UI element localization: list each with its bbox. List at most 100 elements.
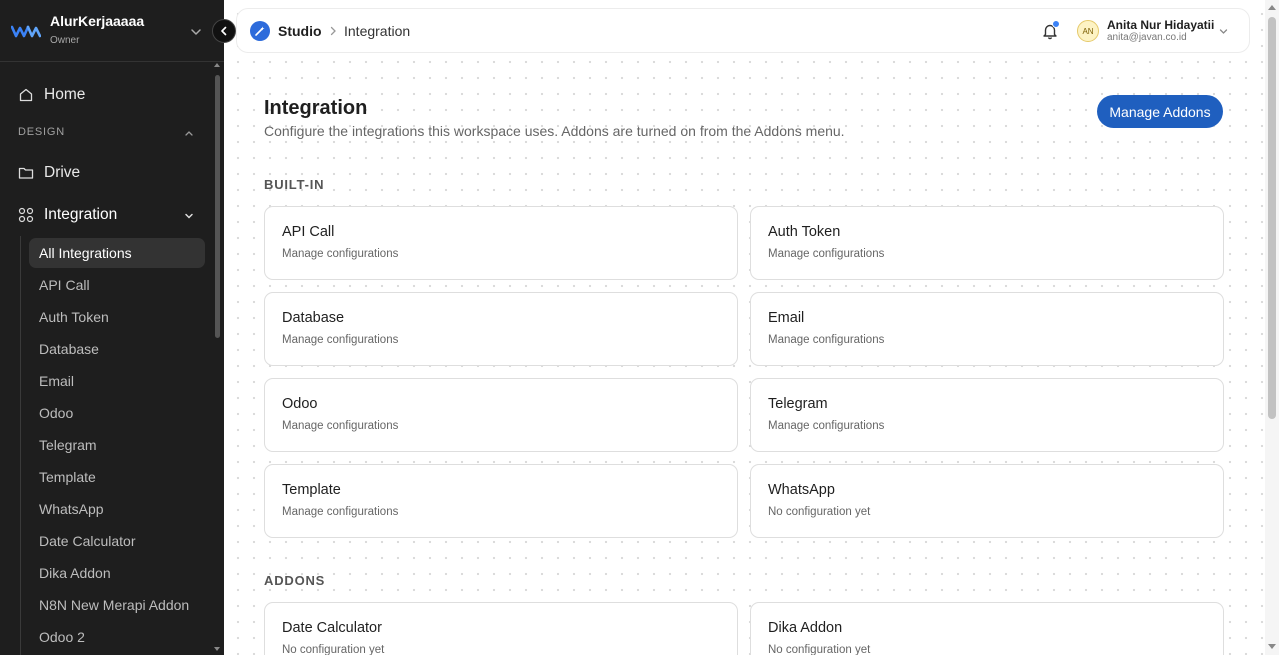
collapse-sidebar-button[interactable] (212, 19, 236, 43)
page-subtitle: Configure the integrations this workspac… (264, 123, 845, 139)
section-label-built-in: BUILT-IN (264, 177, 325, 192)
sidebar-subitem-label: Auth Token (39, 309, 109, 325)
integration-card-telegram[interactable]: Telegram Manage configurations (750, 378, 1224, 452)
breadcrumb-current: Integration (344, 23, 411, 39)
sidebar-subitem-label: API Call (39, 277, 90, 293)
chevron-down-icon (185, 213, 193, 219)
sidebar-subitem-label: Template (39, 469, 96, 485)
sidebar-item-integration[interactable]: Integration (0, 202, 210, 228)
top-bar: Studio Integration AN Anita Nur Hidayati… (236, 8, 1250, 53)
sidebar-subitem-label: Telegram (39, 437, 97, 453)
integration-card-auth-token[interactable]: Auth Token Manage configurations (750, 206, 1224, 280)
card-title: Email (768, 310, 805, 326)
folder-icon (18, 167, 34, 179)
sidebar-subitem-odoo-2[interactable]: Odoo 2 (29, 622, 205, 652)
sidebar-subitem-label: Date Calculator (39, 533, 136, 549)
scroll-down-arrow[interactable] (1268, 644, 1276, 649)
card-status: No configuration yet (282, 644, 385, 655)
integration-card-database[interactable]: Database Manage configurations (264, 292, 738, 366)
integration-card-email[interactable]: Email Manage configurations (750, 292, 1224, 366)
integration-card-whatsapp[interactable]: WhatsApp No configuration yet (750, 464, 1224, 538)
card-title: Auth Token (768, 224, 841, 240)
sidebar-subitem-label: Dika Addon (39, 565, 111, 581)
card-status: Manage configurations (282, 420, 399, 432)
sidebar-subitem-email[interactable]: Email (29, 366, 205, 396)
card-title: API Call (282, 224, 335, 240)
studio-icon (250, 21, 270, 41)
sidebar-subitem-odoo[interactable]: Odoo (29, 398, 205, 428)
card-status: Manage configurations (282, 248, 399, 260)
sidebar-section-design: DESIGN (18, 126, 65, 138)
sidebar-subitem-label: Database (39, 341, 99, 357)
sidebar-subitem-label: Odoo (39, 405, 74, 421)
sidebar: AlurKerjaaaaa Owner Home DESIGN Drive In… (0, 0, 224, 655)
chevron-down-icon[interactable] (1218, 26, 1229, 37)
avatar[interactable]: AN (1077, 20, 1099, 42)
card-title: WhatsApp (768, 482, 835, 498)
sidebar-subitem-label: WhatsApp (39, 501, 104, 517)
card-status: Manage configurations (282, 506, 399, 518)
sidebar-subitem-database[interactable]: Database (29, 334, 205, 364)
sidebar-subitem-template[interactable]: Template (29, 462, 205, 492)
card-status: Manage configurations (768, 334, 885, 346)
chevron-left-icon (221, 26, 227, 36)
manage-addons-button[interactable]: Manage Addons (1097, 95, 1223, 128)
card-status: Manage configurations (768, 420, 885, 432)
sidebar-subitem-api-call[interactable]: API Call (29, 270, 205, 300)
page-scrollbar[interactable] (1265, 0, 1279, 655)
sidebar-subitem-whatsapp[interactable]: WhatsApp (29, 494, 205, 524)
chevron-up-icon[interactable] (183, 127, 195, 139)
integration-card-api-call[interactable]: API Call Manage configurations (264, 206, 738, 280)
card-status: Manage configurations (768, 248, 885, 260)
home-icon (19, 88, 33, 102)
user-email: anita@javan.co.id (1107, 32, 1187, 43)
grid-icon (18, 207, 34, 223)
sidebar-subitem-telegram[interactable]: Telegram (29, 430, 205, 460)
sidebar-subitem-n8n-new-merapi-addon[interactable]: N8N New Merapi Addon (29, 590, 205, 620)
sidebar-subitem-label: Odoo 2 (39, 629, 85, 645)
scrollbar-thumb[interactable] (1268, 17, 1276, 419)
sidebar-subitem-label: Email (39, 373, 75, 389)
card-title: Odoo (282, 396, 318, 412)
sidebar-item-label: Home (44, 86, 86, 103)
breadcrumb-studio[interactable]: Studio (278, 23, 322, 39)
card-title: Template (282, 482, 341, 498)
workspace-name: AlurKerjaaaaa (50, 13, 145, 29)
page-title: Integration (264, 97, 368, 119)
submenu-guide-line (20, 236, 21, 655)
scroll-up-arrow[interactable] (1268, 5, 1276, 10)
sidebar-scroll-up[interactable] (214, 63, 220, 67)
sidebar-scrollbar[interactable] (215, 75, 220, 338)
card-title: Database (282, 310, 345, 326)
sidebar-subitem-auth-token[interactable]: Auth Token (29, 302, 205, 332)
integration-card-dika-addon[interactable]: Dika Addon No configuration yet (750, 602, 1224, 655)
sidebar-item-label: Integration (44, 206, 118, 223)
sidebar-subitem-dika-addon[interactable]: Dika Addon (29, 558, 205, 588)
sidebar-subitem-label: N8N New Merapi Addon (39, 597, 190, 613)
main-content: Studio Integration AN Anita Nur Hidayati… (224, 0, 1265, 655)
integration-card-template[interactable]: Template Manage configurations (264, 464, 738, 538)
sidebar-item-label: Drive (44, 164, 81, 181)
sidebar-subitem-label: All Integrations (39, 245, 132, 261)
workspace-logo-icon (11, 25, 41, 38)
card-status: Manage configurations (282, 334, 399, 346)
section-label-addons: ADDONS (264, 573, 326, 588)
notification-dot (1052, 20, 1060, 28)
sidebar-subitem-date-calculator[interactable]: Date Calculator (29, 526, 205, 556)
workspace-role: Owner (50, 35, 80, 46)
integration-card-odoo[interactable]: Odoo Manage configurations (264, 378, 738, 452)
integration-card-date-calculator[interactable]: Date Calculator No configuration yet (264, 602, 738, 655)
card-status: No configuration yet (768, 506, 871, 518)
sidebar-scroll-down[interactable] (214, 647, 220, 651)
workspace-switcher[interactable]: AlurKerjaaaaa Owner (0, 0, 224, 62)
card-title: Dika Addon (768, 620, 843, 636)
sidebar-item-drive[interactable]: Drive (0, 160, 210, 186)
chevron-right-icon (330, 26, 336, 36)
chevron-down-icon (191, 29, 201, 35)
card-status: No configuration yet (768, 644, 871, 655)
sidebar-subitem-all-integrations[interactable]: All Integrations (29, 238, 205, 268)
card-title: Date Calculator (282, 620, 382, 636)
card-title: Telegram (768, 396, 828, 412)
sidebar-item-home[interactable]: Home (0, 82, 210, 108)
user-name[interactable]: Anita Nur Hidayatii (1107, 18, 1214, 32)
